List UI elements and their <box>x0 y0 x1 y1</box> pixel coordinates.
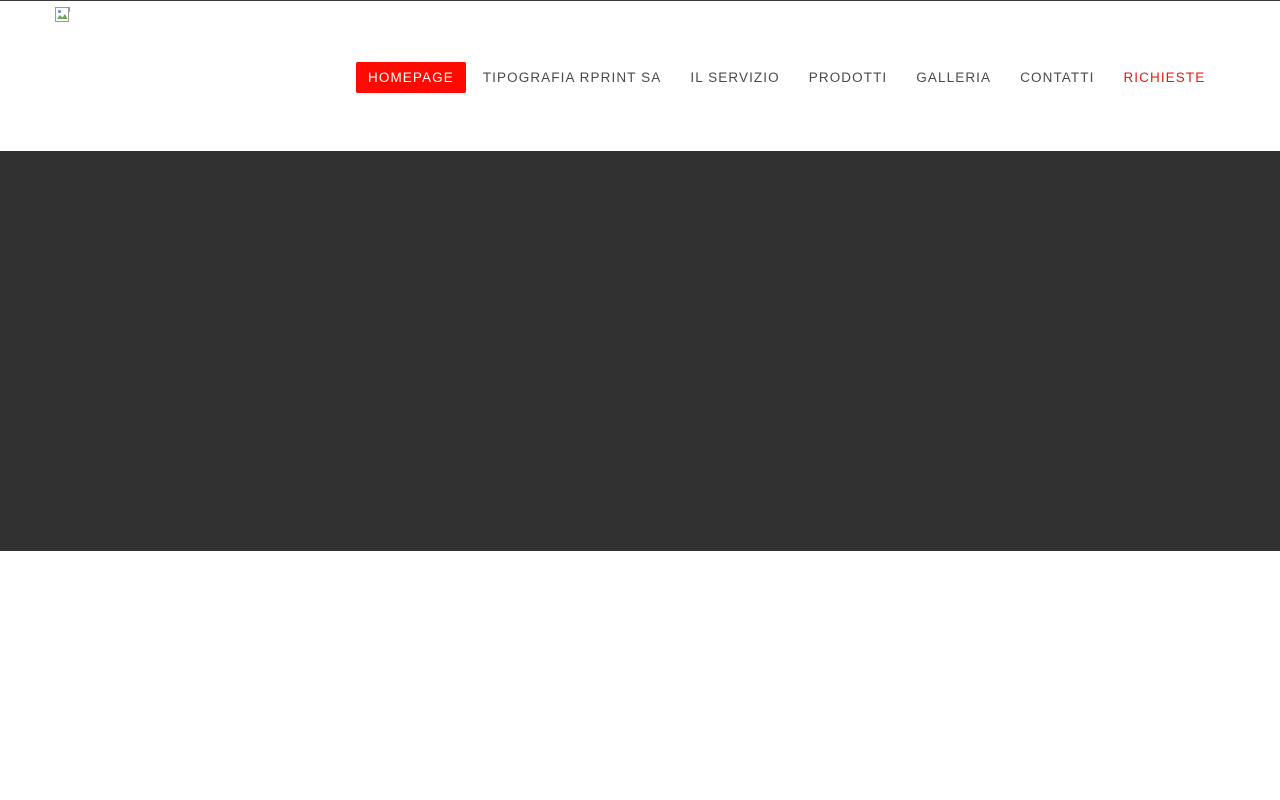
nav-item-richieste[interactable]: RICHIESTE <box>1111 62 1217 93</box>
broken-image-icon <box>55 7 70 22</box>
nav-item-homepage[interactable]: HOMEPAGE <box>356 62 466 93</box>
nav-item-prodotti[interactable]: PRODOTTI <box>797 62 900 93</box>
nav-item-il-servizio[interactable]: IL SERVIZIO <box>678 62 791 93</box>
page: HOMEPAGE TIPOGRAFIA RPRINT SA IL SERVIZI… <box>0 0 1280 800</box>
hero-banner <box>0 151 1280 551</box>
page-content-area <box>0 551 1280 800</box>
nav-item-contatti[interactable]: CONTATTI <box>1008 62 1106 93</box>
site-header: HOMEPAGE TIPOGRAFIA RPRINT SA IL SERVIZI… <box>0 1 1280 151</box>
nav-item-galleria[interactable]: GALLERIA <box>904 62 1003 93</box>
main-navigation: HOMEPAGE TIPOGRAFIA RPRINT SA IL SERVIZI… <box>356 62 1222 93</box>
nav-item-tipografia-rprint-sa[interactable]: TIPOGRAFIA RPRINT SA <box>471 62 674 93</box>
site-logo-link[interactable] <box>55 7 71 23</box>
